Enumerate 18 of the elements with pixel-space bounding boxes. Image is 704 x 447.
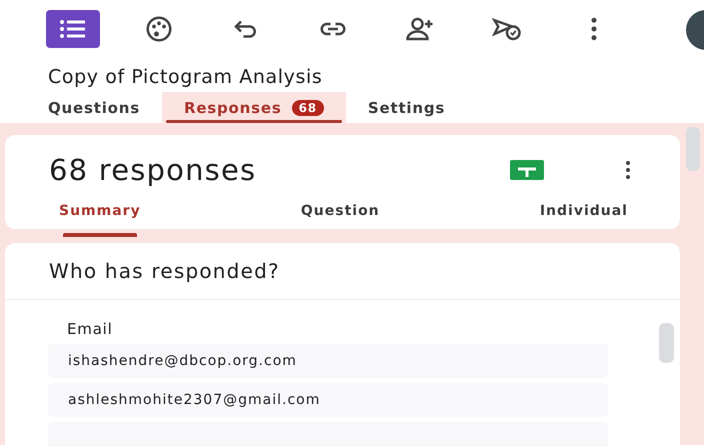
tab[interactable]: Questions (26, 92, 162, 123)
response-count-heading: 68 responses (49, 153, 258, 187)
spreadsheet-icon[interactable] (510, 160, 544, 180)
card-heading: Who has responded? (5, 243, 680, 300)
scrollbar-thumb[interactable] (659, 323, 674, 363)
form-title: Copy of Pictogram Analysis (48, 66, 324, 90)
scrollbar-thumb[interactable] (686, 127, 700, 171)
count-badge: 68 (292, 100, 324, 116)
subtab[interactable]: Individual (540, 203, 628, 237)
palette-icon[interactable] (144, 14, 174, 44)
subtab[interactable]: Question (300, 203, 380, 237)
email-row: ishashendre@dbcop.org.com (48, 344, 608, 378)
tab[interactable]: Responses 68 (162, 92, 346, 123)
forms-logo-icon[interactable] (46, 10, 100, 48)
tab[interactable]: Settings (346, 92, 468, 123)
subtab[interactable]: Summary (59, 203, 141, 237)
email-row: ashleshmohite2307@gmail.com (48, 383, 608, 417)
column-header: Email (67, 320, 114, 338)
